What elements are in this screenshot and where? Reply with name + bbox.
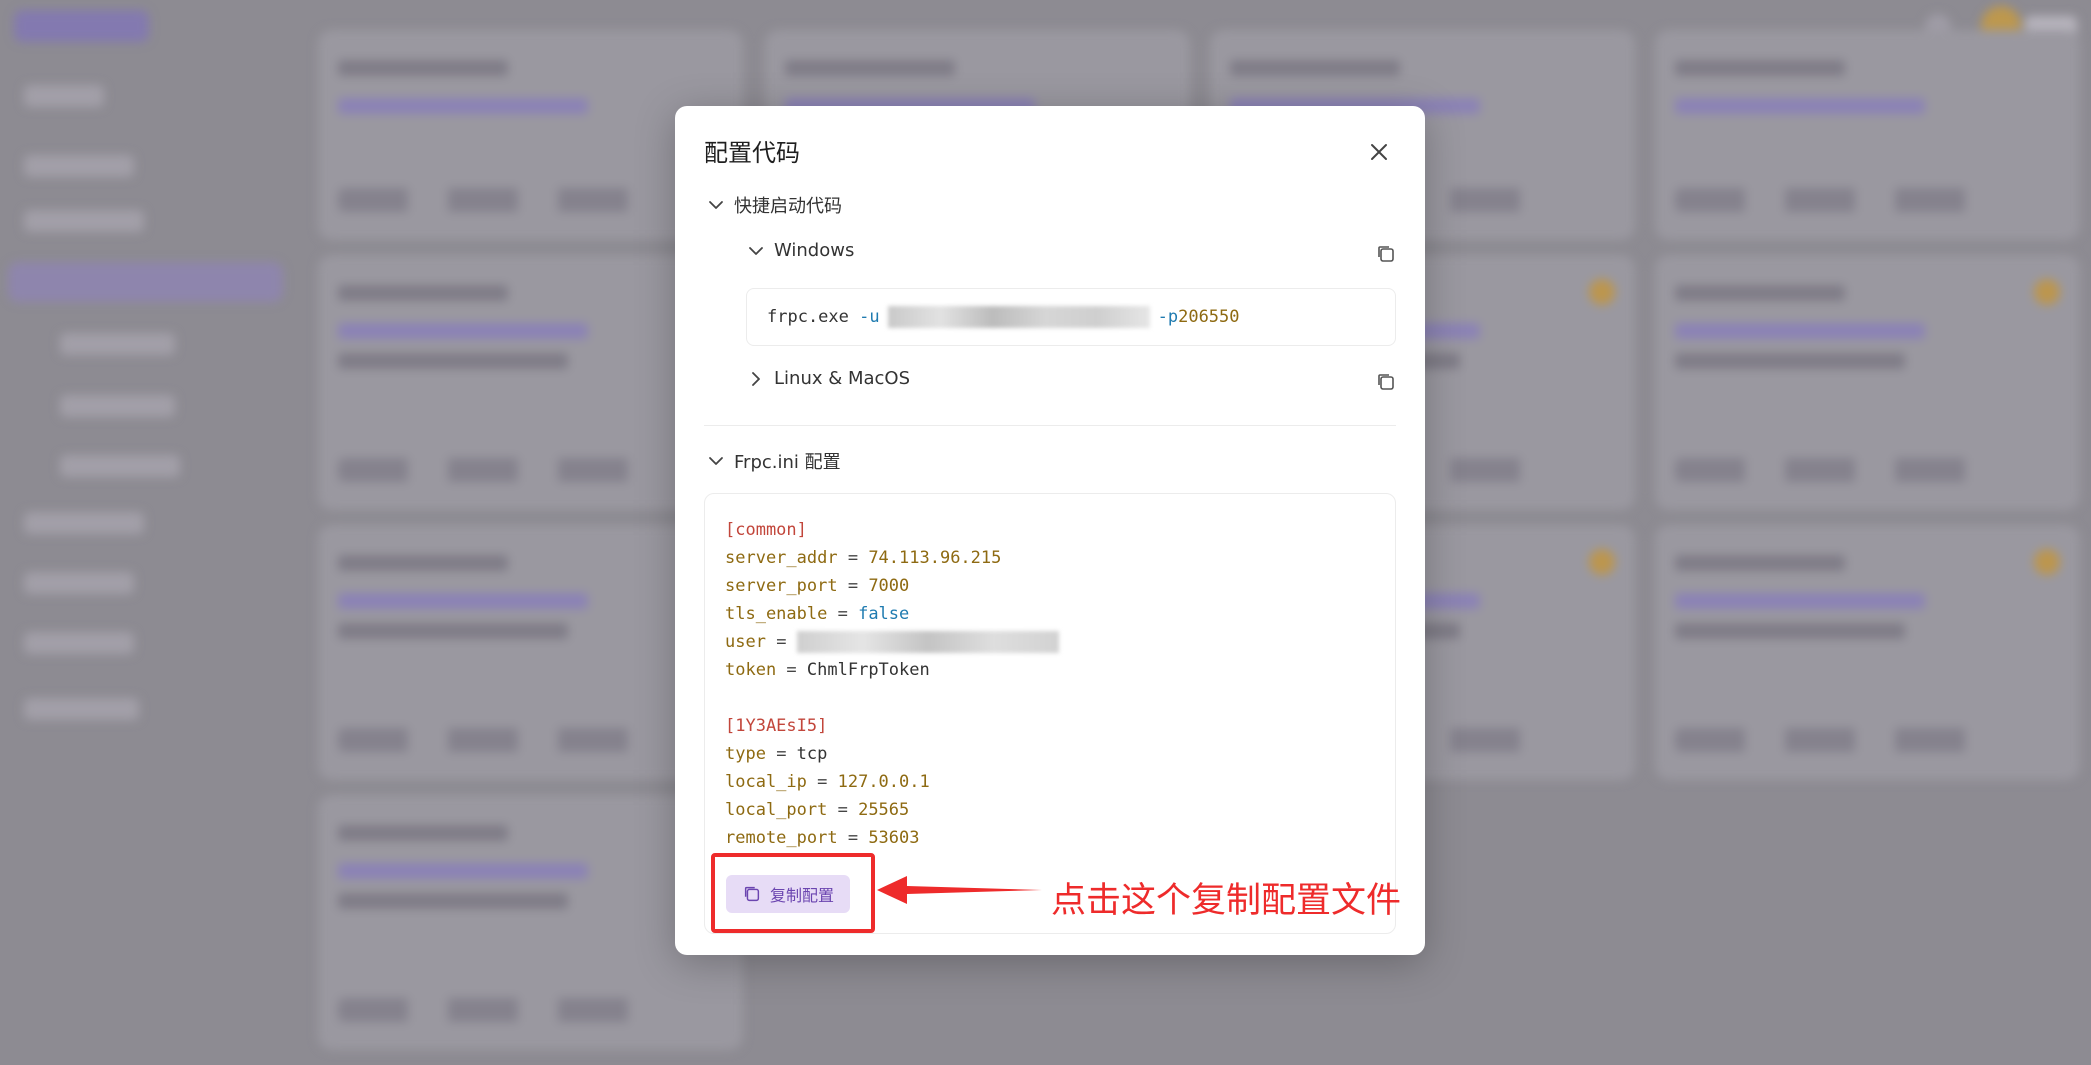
sidebar-item	[60, 395, 175, 417]
ini-equals: =	[776, 660, 807, 680]
ini-value: false	[858, 604, 910, 624]
ini-key: user	[725, 632, 766, 652]
ini-line: remote_port = 53603	[725, 824, 1059, 852]
divider	[704, 425, 1396, 426]
copy-config-button[interactable]: 复制配置	[726, 875, 850, 913]
ini-value: 127.0.0.1	[837, 772, 930, 792]
sidebar-item	[60, 333, 175, 355]
sidebar-item	[24, 85, 104, 107]
ini-line: [1Y3AEsI5]	[725, 712, 1059, 740]
ini-equals: =	[827, 604, 859, 624]
ini-key: server_addr	[725, 548, 838, 568]
copy-icon[interactable]	[1375, 243, 1397, 265]
ini-key: local_port	[725, 800, 828, 820]
bg-card	[1655, 525, 2080, 780]
sidebar-item	[24, 512, 144, 534]
bg-card	[1655, 30, 2080, 240]
sidebar-item	[24, 698, 139, 720]
ini-line: local_port = 25565	[725, 796, 1059, 824]
close-icon	[1371, 144, 1387, 160]
ini-line: local_ip = 127.0.0.1	[725, 768, 1059, 796]
windows-toggle[interactable]: Windows	[746, 240, 854, 261]
frpc-ini-toggle[interactable]: Frpc.ini 配置	[706, 448, 841, 474]
ini-equals: =	[827, 800, 859, 820]
modal-title: 配置代码	[704, 139, 800, 167]
close-button[interactable]	[1363, 136, 1395, 168]
ini-line: server_addr = 74.113.96.215	[725, 544, 1059, 572]
sidebar-active-item	[8, 262, 283, 302]
cmd-flag-u: -u	[859, 307, 880, 327]
ini-key: local_ip	[725, 772, 807, 792]
ini-key: server_port	[725, 576, 838, 596]
quick-start-label: 快捷启动代码	[734, 196, 842, 217]
app-logo	[14, 10, 149, 42]
ini-value: 74.113.96.215	[868, 548, 1002, 568]
bg-card	[1655, 255, 2080, 510]
ini-value: ChmlFrpToken	[806, 660, 930, 680]
sidebar-item	[24, 155, 134, 177]
chevron-down-icon	[749, 246, 763, 255]
annotation-text: 点击这个复制配置文件	[1051, 881, 1402, 921]
cmd-port: 206550	[1178, 307, 1240, 327]
annotation-arrow-icon	[877, 876, 1042, 904]
ini-equals: =	[806, 772, 838, 792]
ini-line: user =	[725, 628, 1059, 656]
ini-value: 7000	[868, 576, 910, 596]
ini-line: [common]	[725, 516, 1059, 544]
redacted-user	[887, 306, 1150, 328]
ini-value: 25565	[858, 800, 910, 820]
frpc-ini-code: [common] server_addr = 74.113.96.215 serve…	[725, 516, 1059, 852]
cmd-flag-p: -p	[1157, 307, 1179, 327]
windows-command: frpc.exe -u -p 206550	[746, 288, 1396, 346]
redacted-user	[796, 631, 1059, 653]
copy-icon[interactable]	[1375, 371, 1397, 393]
linux-toggle[interactable]: Linux & MacOS	[746, 368, 910, 389]
ini-line	[725, 684, 1059, 712]
windows-label: Windows	[774, 240, 855, 261]
quick-start-toggle[interactable]: 快捷启动代码	[706, 192, 842, 218]
ini-section: [1Y3AEsI5]	[725, 716, 828, 736]
ini-equals: =	[837, 548, 869, 568]
ini-key: remote_port	[725, 828, 838, 848]
ini-key: token	[725, 660, 777, 680]
ini-key: type	[725, 744, 766, 764]
chevron-right-icon	[752, 371, 760, 386]
sidebar-item	[24, 210, 144, 232]
ini-equals: =	[765, 632, 797, 652]
ini-line: tls_enable = false	[725, 600, 1059, 628]
copy-config-label: 复制配置	[769, 886, 834, 905]
sidebar-item	[60, 455, 180, 477]
ini-key: tls_enable	[725, 604, 828, 624]
copy-icon	[744, 886, 760, 902]
sidebar-item	[24, 572, 134, 594]
ini-line: server_port = 7000	[725, 572, 1059, 600]
config-code-modal: 配置代码 快捷启动代码 Windows frpc.exe -u -p 206550…	[675, 106, 1425, 955]
ini-equals: =	[837, 828, 869, 848]
chevron-down-icon	[709, 457, 723, 465]
frpc-ini-label: Frpc.ini 配置	[734, 452, 841, 473]
cmd-prefix: frpc.exe	[767, 307, 860, 327]
linux-label: Linux & MacOS	[774, 368, 911, 389]
ini-value: 53603	[868, 828, 920, 848]
chevron-down-icon	[709, 201, 723, 209]
ini-equals: =	[837, 576, 869, 596]
ini-section: [common]	[725, 520, 807, 540]
ini-line: type = tcp	[725, 740, 1059, 768]
ini-equals: =	[765, 744, 797, 764]
sidebar-item	[24, 632, 134, 654]
ini-value: tcp	[796, 744, 828, 764]
ini-line: token = ChmlFrpToken	[725, 656, 1059, 684]
